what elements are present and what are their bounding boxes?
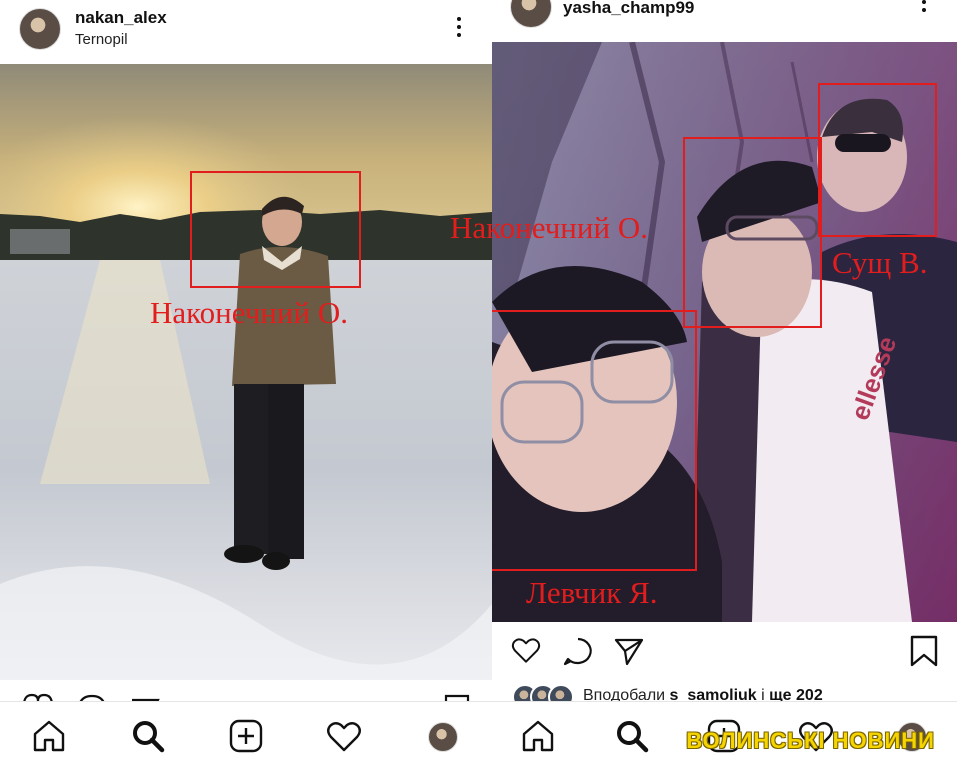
username[interactable]: yasha_champ99 bbox=[563, 0, 694, 18]
photo-lake-sunset bbox=[0, 64, 492, 680]
post-header: nakan_alex Ternopil bbox=[0, 0, 492, 64]
comment-icon[interactable] bbox=[562, 636, 594, 671]
like-icon[interactable] bbox=[510, 635, 542, 670]
face-tag-box bbox=[818, 83, 937, 237]
face-tag-box bbox=[190, 171, 361, 288]
user-avatar[interactable] bbox=[19, 8, 61, 50]
post-photo[interactable]: Наконечний О. bbox=[0, 64, 492, 680]
profile-avatar[interactable] bbox=[428, 722, 458, 752]
share-icon[interactable] bbox=[613, 636, 645, 671]
face-tag-box bbox=[683, 137, 822, 328]
search-icon[interactable] bbox=[130, 718, 166, 759]
left-post: nakan_alex Ternopil Наконечний О. bbox=[0, 0, 492, 768]
username[interactable]: nakan_alex bbox=[75, 8, 167, 28]
bookmark-icon[interactable] bbox=[910, 635, 938, 672]
bottom-nav bbox=[0, 701, 492, 768]
location[interactable]: Ternopil bbox=[75, 31, 128, 48]
user-avatar[interactable] bbox=[510, 0, 552, 28]
tag-label: Сущ В. bbox=[832, 245, 928, 280]
more-options-icon[interactable] bbox=[920, 0, 928, 16]
watermark: ВОЛИНСЬКІ НОВИНИ bbox=[686, 728, 935, 753]
post-header: yasha_champ99 bbox=[492, 0, 957, 42]
tag-label: Наконечний О. bbox=[450, 210, 648, 245]
add-post-icon[interactable] bbox=[228, 718, 264, 759]
tag-label: Наконечний О. bbox=[150, 295, 348, 330]
post-photo[interactable]: ellesse Сущ В. Левчик Я. bbox=[492, 42, 957, 622]
home-icon[interactable] bbox=[31, 718, 67, 759]
face-tag-box bbox=[492, 310, 697, 571]
tag-label: Левчик Я. bbox=[526, 575, 658, 610]
right-post: yasha_champ99 ellesse Сущ В. Левчик Я. В… bbox=[492, 0, 957, 768]
more-options-icon[interactable] bbox=[455, 17, 463, 41]
heart-icon[interactable] bbox=[326, 718, 362, 759]
home-icon[interactable] bbox=[520, 718, 556, 759]
search-icon[interactable] bbox=[614, 718, 650, 759]
